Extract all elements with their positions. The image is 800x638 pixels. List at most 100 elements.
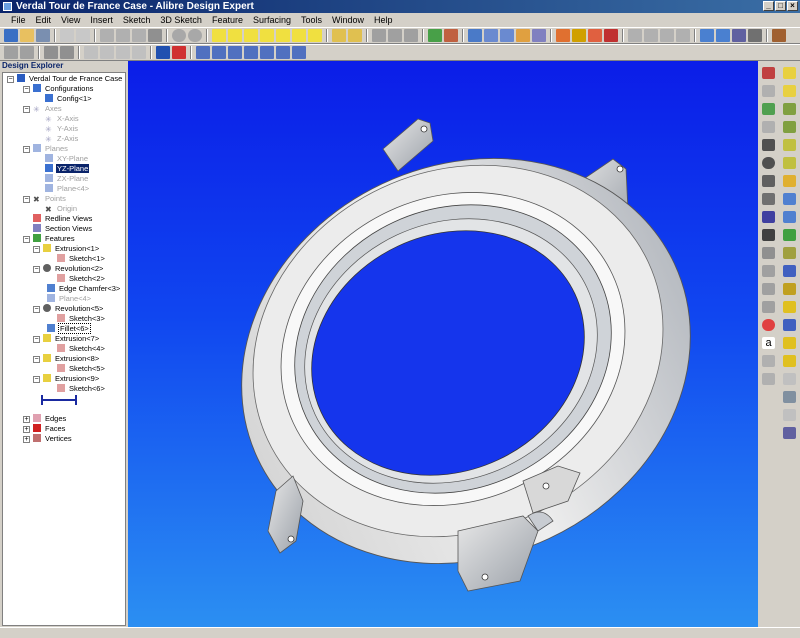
shell-icon[interactable] bbox=[783, 175, 796, 187]
dimension-tool-icon[interactable] bbox=[762, 121, 775, 133]
scale-icon[interactable] bbox=[783, 373, 796, 385]
snap-icon[interactable] bbox=[484, 29, 498, 42]
tree-plane-4[interactable]: Plane<4> bbox=[45, 184, 90, 194]
sweep-icon[interactable] bbox=[783, 139, 796, 151]
zoom-window-icon[interactable] bbox=[660, 29, 674, 42]
circular-pattern-icon[interactable] bbox=[783, 283, 796, 295]
view-front-icon[interactable] bbox=[212, 29, 226, 42]
mirror-icon[interactable] bbox=[762, 319, 775, 331]
mirror-feature-icon[interactable] bbox=[783, 301, 796, 313]
maximize-button[interactable]: □ bbox=[775, 1, 786, 11]
tree-edges[interactable]: Edges bbox=[33, 414, 67, 424]
point-icon[interactable] bbox=[762, 85, 775, 97]
pick-icon[interactable] bbox=[292, 46, 306, 59]
zoom-out-icon[interactable] bbox=[644, 29, 658, 42]
tree-section-views[interactable]: Section Views bbox=[33, 224, 93, 234]
sketch-icon[interactable] bbox=[332, 29, 346, 42]
tree-sketch-2[interactable]: Sketch<2> bbox=[57, 274, 106, 284]
expander-root[interactable]: − bbox=[7, 76, 14, 83]
view-iso-icon[interactable] bbox=[308, 29, 322, 42]
menu-tools[interactable]: Tools bbox=[296, 13, 327, 27]
polygon-icon[interactable] bbox=[762, 247, 775, 259]
tree-y-axis[interactable]: ✳ Y-Axis bbox=[45, 124, 79, 134]
tree-edge-chamfer-3[interactable]: Edge Chamfer<3> bbox=[47, 284, 121, 294]
preview-icon[interactable] bbox=[76, 29, 90, 42]
grid-icon[interactable] bbox=[500, 29, 514, 42]
extrude-cut-icon[interactable] bbox=[783, 85, 796, 97]
view-left-icon[interactable] bbox=[276, 29, 290, 42]
expander-extrusion-8[interactable]: − bbox=[33, 356, 40, 363]
normal-to-icon[interactable] bbox=[276, 46, 290, 59]
spline-icon[interactable] bbox=[762, 211, 775, 223]
tree-extrusion-1[interactable]: Extrusion<1> bbox=[43, 244, 100, 254]
expander-vertices[interactable]: + bbox=[23, 436, 30, 443]
delete-icon[interactable] bbox=[148, 29, 162, 42]
menu-feature[interactable]: Feature bbox=[207, 13, 248, 27]
watch-case-model[interactable] bbox=[128, 61, 758, 627]
menu-help[interactable]: Help bbox=[369, 13, 398, 27]
expander-faces[interactable]: + bbox=[23, 426, 30, 433]
zoom-in-icon[interactable] bbox=[628, 29, 642, 42]
paste-icon[interactable] bbox=[132, 29, 146, 42]
fx-icon[interactable] bbox=[783, 409, 796, 421]
revolve-cut-icon[interactable] bbox=[783, 121, 796, 133]
close-button[interactable]: × bbox=[787, 1, 798, 11]
tree-extrusion-7[interactable]: Extrusion<7> bbox=[43, 334, 100, 344]
chamfer-tool-icon[interactable] bbox=[783, 193, 796, 205]
undo-icon[interactable] bbox=[172, 29, 186, 42]
next-view-icon[interactable] bbox=[716, 29, 730, 42]
material-icon[interactable] bbox=[172, 46, 186, 59]
tree-fillet-6[interactable]: Fillet<6> bbox=[47, 323, 91, 334]
3d-viewport[interactable] bbox=[128, 61, 758, 627]
hidden-line-icon[interactable] bbox=[116, 46, 130, 59]
previous-view-icon[interactable] bbox=[700, 29, 714, 42]
explode-icon[interactable] bbox=[60, 46, 74, 59]
expander-configurations[interactable]: − bbox=[23, 86, 30, 93]
zoom-fit-icon[interactable] bbox=[676, 29, 690, 42]
circle-icon[interactable] bbox=[762, 157, 775, 169]
offset-icon[interactable] bbox=[762, 265, 775, 277]
tree-sketch-1[interactable]: Sketch<1> bbox=[57, 254, 106, 264]
layer-icon[interactable] bbox=[84, 46, 98, 59]
tree-x-axis[interactable]: ✳ X-Axis bbox=[45, 114, 80, 124]
wire-icon[interactable] bbox=[100, 46, 114, 59]
move-body-icon[interactable] bbox=[783, 391, 796, 403]
rectangle-icon[interactable] bbox=[762, 193, 775, 205]
minimize-button[interactable]: _ bbox=[763, 1, 774, 11]
draft-icon[interactable] bbox=[783, 229, 796, 241]
select-icon[interactable] bbox=[468, 29, 482, 42]
sketch-plane-icon[interactable] bbox=[260, 46, 274, 59]
menu-edit[interactable]: Edit bbox=[31, 13, 57, 27]
boolean-icon[interactable] bbox=[783, 319, 796, 331]
expander-axes[interactable]: − bbox=[23, 106, 30, 113]
tree-zx-plane[interactable]: ZX-Plane bbox=[45, 174, 89, 184]
tree-revolution-5[interactable]: Revolution<5> bbox=[43, 304, 104, 314]
arc-icon[interactable] bbox=[762, 175, 775, 187]
tree-planes[interactable]: Planes bbox=[33, 144, 69, 154]
expander-points[interactable]: − bbox=[23, 196, 30, 203]
copy-icon[interactable] bbox=[116, 29, 130, 42]
menu-window[interactable]: Window bbox=[327, 13, 369, 27]
expander-extrusion-1[interactable]: − bbox=[33, 246, 40, 253]
axis-tool-icon[interactable] bbox=[212, 46, 226, 59]
ruler-icon[interactable] bbox=[444, 29, 458, 42]
line-icon[interactable] bbox=[762, 139, 775, 151]
tree-yz-plane[interactable]: YZ-Plane bbox=[45, 164, 90, 174]
fillet-sketch-icon[interactable] bbox=[762, 283, 775, 295]
tree-faces[interactable]: Faces bbox=[33, 424, 66, 434]
reference-icon[interactable] bbox=[762, 373, 775, 385]
csys-tool-icon[interactable] bbox=[244, 46, 258, 59]
point-tool-icon[interactable] bbox=[228, 46, 242, 59]
hole-icon[interactable] bbox=[783, 247, 796, 259]
fillet-tool-icon[interactable] bbox=[783, 211, 796, 223]
expander-revolution-2[interactable]: − bbox=[33, 266, 40, 273]
shaded-icon[interactable] bbox=[132, 46, 146, 59]
sketch-tool-icon[interactable] bbox=[762, 67, 775, 79]
measure-icon[interactable] bbox=[372, 29, 386, 42]
expander-edges[interactable]: + bbox=[23, 416, 30, 423]
expander-features[interactable]: − bbox=[23, 236, 30, 243]
save-icon[interactable] bbox=[36, 29, 50, 42]
tree-points[interactable]: ✖ Points bbox=[33, 194, 67, 204]
check-icon[interactable] bbox=[762, 103, 775, 115]
sketch-point-icon[interactable] bbox=[762, 229, 775, 241]
